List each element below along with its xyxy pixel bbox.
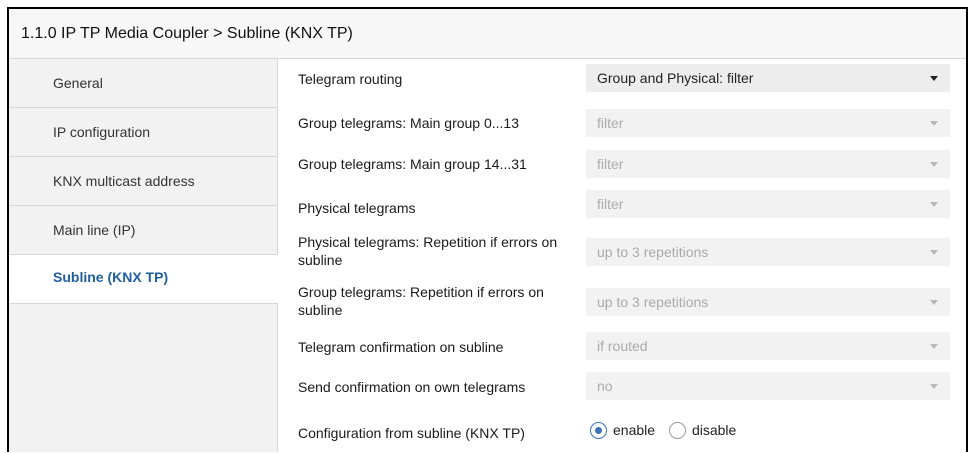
chevron-down-icon	[930, 250, 938, 255]
chevron-down-icon	[930, 300, 938, 305]
sidebar-item-ip-configuration[interactable]: IP configuration	[9, 108, 277, 157]
physical-repetition-select[interactable]: up to 3 repetitions	[586, 238, 950, 266]
param-label: Send confirmation on own telegrams	[298, 379, 526, 395]
select-value: filter	[597, 156, 624, 172]
telegram-confirmation-select[interactable]: if routed	[586, 332, 950, 360]
select-value: filter	[597, 196, 624, 212]
select-value: no	[597, 378, 613, 394]
enable-radio[interactable]	[590, 421, 607, 439]
param-label: Physical telegrams: Repetition if errors…	[298, 234, 558, 268]
select-value: up to 3 repetitions	[597, 294, 709, 310]
select-value: Group and Physical: filter	[597, 70, 754, 86]
param-label: Group telegrams: Repetition if errors on…	[298, 284, 544, 318]
configuration-radio-group: enable disable	[590, 421, 746, 439]
chevron-down-icon	[930, 121, 938, 126]
chevron-down-icon	[930, 384, 938, 389]
group-repetition-select[interactable]: up to 3 repetitions	[586, 288, 950, 316]
param-label: Configuration from subline (KNX TP)	[298, 425, 525, 441]
main-group-0-13-select[interactable]: filter	[586, 109, 950, 137]
page-title: 1.1.0 IP TP Media Coupler > Subline (KNX…	[9, 9, 966, 59]
param-label: Telegram routing	[298, 71, 403, 87]
disable-radio-label[interactable]: disable	[692, 422, 736, 438]
select-value: if routed	[597, 338, 648, 354]
physical-telegrams-select[interactable]: filter	[586, 190, 950, 218]
sidebar-item-main-line[interactable]: Main line (IP)	[9, 206, 277, 255]
main-group-14-31-select[interactable]: filter	[586, 150, 950, 178]
param-label: Group telegrams: Main group 14...31	[298, 156, 527, 172]
send-confirmation-select[interactable]: no	[586, 372, 950, 400]
sidebar-item-general[interactable]: General	[9, 59, 277, 108]
param-label: Physical telegrams	[298, 200, 416, 216]
select-value: up to 3 repetitions	[597, 244, 709, 260]
telegram-routing-select[interactable]: Group and Physical: filter	[586, 64, 950, 92]
sidebar: General IP configuration KNX multicast a…	[9, 59, 278, 452]
coupler-settings-window: 1.1.0 IP TP Media Coupler > Subline (KNX…	[7, 7, 968, 452]
chevron-down-icon	[930, 162, 938, 167]
chevron-down-icon	[930, 76, 938, 81]
chevron-down-icon	[930, 202, 938, 207]
param-label: Group telegrams: Main group 0...13	[298, 115, 520, 131]
disable-radio[interactable]	[668, 421, 686, 439]
select-value: filter	[597, 115, 624, 131]
sidebar-item-subline[interactable]: Subline (KNX TP)	[9, 255, 278, 304]
param-label: Telegram confirmation on subline	[298, 339, 504, 355]
sidebar-item-knx-multicast-address[interactable]: KNX multicast address	[9, 157, 277, 206]
parameter-panel: Telegram routing Group and Physical: fil…	[278, 59, 966, 452]
enable-radio-label[interactable]: enable	[613, 422, 655, 438]
chevron-down-icon	[930, 344, 938, 349]
